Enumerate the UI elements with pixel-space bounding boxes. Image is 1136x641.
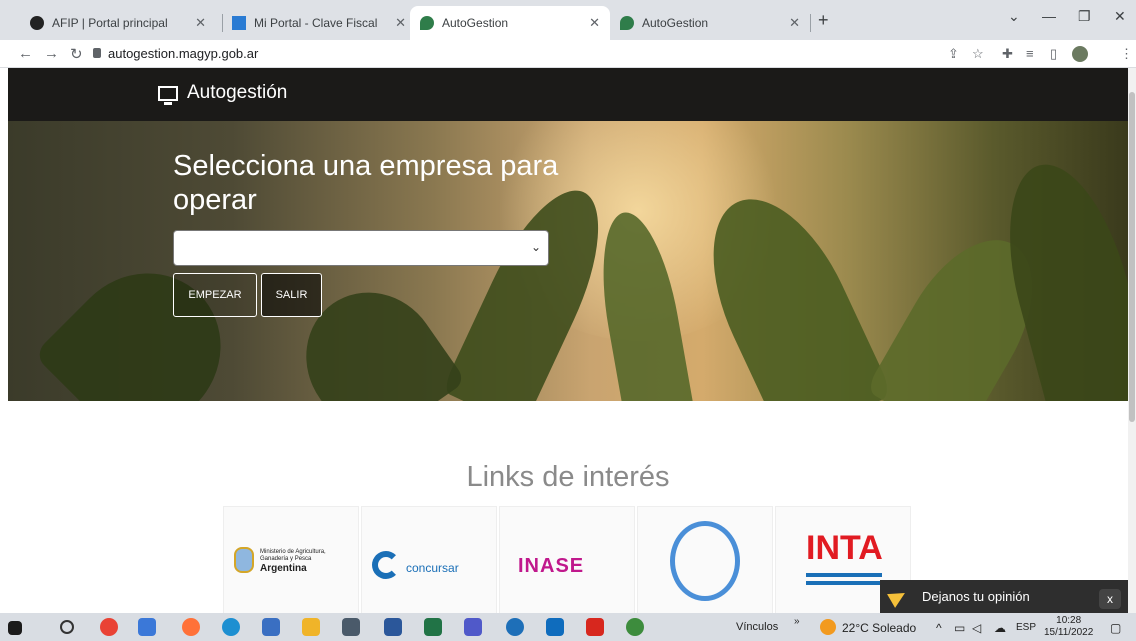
tab-afip[interactable]: AFIP | Portal principal ✕ — [20, 6, 216, 40]
links-section-title: Links de interés — [466, 461, 670, 493]
feedback-label: Dejanos tu opinión — [922, 589, 1030, 604]
firefox-icon[interactable] — [182, 618, 200, 636]
concursar-logo-icon — [372, 551, 400, 579]
teams-icon[interactable] — [464, 618, 482, 636]
search-icon[interactable] — [60, 620, 74, 634]
exit-button[interactable]: SALIR — [261, 273, 322, 317]
reading-list-icon[interactable]: ≡ — [1026, 46, 1034, 61]
tab-autogestion[interactable]: AutoGestion ✕ — [610, 6, 810, 40]
restore-icon[interactable]: ❐ — [1078, 8, 1091, 25]
inta-logo-text: INTA — [806, 529, 883, 567]
tab-search-icon[interactable]: ⌄ — [1008, 8, 1020, 25]
file-explorer-icon[interactable] — [302, 618, 320, 636]
clock-date: 15/11/2022 — [1044, 627, 1094, 638]
feedback-bar[interactable]: Dejanos tu opinión x — [880, 580, 1128, 613]
brand-label: Autogestión — [187, 82, 288, 103]
tab-title: AFIP | Portal principal — [52, 16, 168, 30]
windows-taskbar: Vínculos » 22°C Soleado ^ ▭ ◁ ☁ ESP 10:2… — [0, 613, 1136, 641]
scrollbar-thumb[interactable] — [1129, 92, 1135, 422]
site-brand[interactable]: Autogestión — [158, 82, 288, 105]
chrome-icon[interactable] — [100, 618, 118, 636]
argentina-shield-icon — [234, 547, 254, 573]
company-select[interactable]: ⌄ — [173, 230, 549, 266]
inta-stripe — [806, 573, 882, 577]
forward-icon[interactable]: → — [44, 45, 59, 62]
extensions-icon[interactable]: ✚ — [1002, 46, 1013, 62]
internet-explorer-icon[interactable] — [506, 618, 524, 636]
leaf-favicon-icon — [620, 16, 634, 30]
afip-favicon-icon — [30, 16, 44, 30]
weather-label[interactable]: 22°C Soleado — [842, 621, 916, 635]
menu-kebab-icon[interactable]: ⋮ — [1120, 46, 1133, 62]
edge-icon[interactable] — [222, 618, 240, 636]
tab-separator — [810, 14, 811, 32]
word-icon[interactable] — [384, 618, 402, 636]
feedback-close-button[interactable]: x — [1099, 589, 1121, 609]
close-icon[interactable]: ✕ — [589, 15, 600, 31]
afip-app-icon[interactable] — [342, 618, 360, 636]
back-icon[interactable]: ← — [18, 45, 33, 62]
share-icon[interactable]: ⇪ — [948, 46, 959, 62]
tab-title: AutoGestion — [642, 16, 709, 30]
url-field[interactable]: autogestion.magyp.gob.ar — [108, 46, 258, 61]
onedrive-cloud-icon[interactable]: ☁ — [994, 621, 1006, 635]
close-icon[interactable]: ✕ — [395, 15, 406, 31]
new-tab-icon[interactable]: + — [818, 10, 829, 31]
paper-plane-icon — [887, 586, 909, 608]
tab-mi-portal[interactable]: Mi Portal - Clave Fiscal ✕ — [222, 6, 416, 40]
minimize-icon[interactable]: — — [1042, 8, 1056, 24]
windows-start-icon[interactable] — [8, 621, 22, 635]
link-card-inase[interactable]: INASE — [499, 506, 635, 613]
language-indicator[interactable]: ESP — [1016, 622, 1036, 633]
close-icon[interactable]: ✕ — [789, 15, 800, 31]
lock-icon[interactable] — [93, 48, 101, 58]
site-header: Autogestión — [8, 68, 1128, 121]
weather-sun-icon — [820, 619, 836, 635]
excel-icon[interactable] — [424, 618, 442, 636]
leaf-favicon-icon — [420, 16, 434, 30]
address-toolbar: ← → ↻ autogestion.magyp.gob.ar ⇪ ☆ ✚ ≡ ▯… — [0, 40, 1136, 68]
app-icon[interactable] — [262, 618, 280, 636]
web-page: Autogestión Selecciona una empresa para … — [8, 68, 1128, 613]
chevron-up-icon[interactable]: ^ — [936, 621, 942, 635]
bookmark-star-icon[interactable]: ☆ — [972, 46, 984, 62]
clock-time: 10:28 — [1056, 615, 1082, 626]
side-panel-icon[interactable]: ▯ — [1050, 46, 1057, 62]
reload-icon[interactable]: ↻ — [70, 45, 83, 63]
ministerio-logo-text: Ministerio de Agricultura, Ganadería y P… — [260, 549, 326, 574]
link-card-concursar[interactable]: concursar — [361, 506, 497, 613]
start-button[interactable]: EMPEZAR — [173, 273, 257, 317]
fish-logo-icon — [670, 521, 740, 601]
concursar-label: concursar — [406, 561, 459, 575]
tab-title: Mi Portal - Clave Fiscal — [254, 16, 378, 30]
hero-banner: Selecciona una empresa para operar ⌄ EMP… — [8, 121, 1128, 401]
acrobat-icon[interactable] — [586, 618, 604, 636]
notifications-icon[interactable]: ▢ — [1110, 621, 1121, 635]
chevron-right-icon[interactable]: » — [794, 616, 800, 627]
hero-title: Selecciona una empresa para operar — [173, 150, 559, 216]
outlook-icon[interactable] — [546, 618, 564, 636]
close-icon[interactable]: ✕ — [195, 15, 206, 31]
chevron-down-icon: ⌄ — [530, 240, 541, 254]
network-icon[interactable]: ▭ — [954, 621, 965, 635]
store-icon[interactable] — [138, 618, 156, 636]
links-toolbar-label[interactable]: Vínculos — [736, 621, 778, 633]
profile-avatar-icon[interactable] — [1072, 46, 1088, 62]
close-window-icon[interactable]: ✕ — [1114, 8, 1126, 25]
link-card-fish[interactable] — [637, 506, 773, 613]
portal-favicon-icon — [232, 16, 246, 30]
page-scrollbar[interactable] — [1128, 68, 1136, 613]
monitor-icon — [158, 85, 178, 105]
taskbar-clock[interactable]: 10:28 15/11/2022 — [1044, 615, 1093, 639]
volume-icon[interactable]: ◁ — [972, 621, 981, 635]
tab-title: AutoGestion — [442, 16, 509, 30]
link-card-ministerio[interactable]: Ministerio de Agricultura, Ganadería y P… — [223, 506, 359, 613]
tab-autogestion-active[interactable]: AutoGestion ✕ — [410, 6, 610, 40]
browser-tab-strip: AFIP | Portal principal ✕ Mi Portal - Cl… — [0, 0, 1136, 40]
inta-stripe — [806, 581, 882, 585]
inase-logo-text: INASE — [518, 555, 585, 577]
app-icon[interactable] — [626, 618, 644, 636]
